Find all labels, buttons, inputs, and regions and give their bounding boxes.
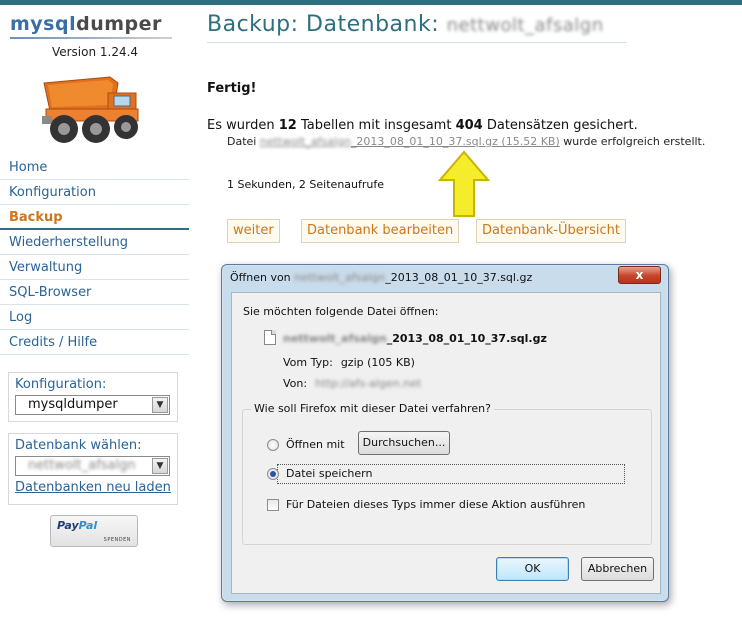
backup-file-link[interactable]: nettwolt_afsalgn_2013_08_01_10_37.sql.gz… bbox=[260, 135, 560, 148]
records-count: 404 bbox=[455, 118, 483, 133]
sidebar-nav: Home Konfiguration Backup Wiederherstell… bbox=[0, 155, 189, 355]
edit-database-button[interactable]: Datenbank bearbeiten bbox=[301, 219, 460, 243]
sidebar: mysqldumper Version 1.24.4 Home Konfigur… bbox=[0, 5, 196, 623]
dialog-file-name: nettwolt_afsalgn_2013_08_01_10_37.sql.gz bbox=[283, 332, 547, 345]
open-question: Sie möchten folgende Datei öffnen: bbox=[243, 305, 439, 318]
config-select[interactable]: mysqldumper ▼ bbox=[15, 395, 170, 415]
ok-button[interactable]: OK bbox=[496, 557, 569, 581]
dialog-title: Öffnen von nettwolt_afsalgn_2013_08_01_1… bbox=[230, 271, 533, 284]
chevron-down-icon[interactable]: ▼ bbox=[152, 458, 168, 474]
action-question: Wie soll Firefox mit dieser Datei verfah… bbox=[251, 402, 494, 415]
download-dialog: Öffnen von nettwolt_afsalgn_2013_08_01_1… bbox=[221, 264, 669, 602]
sidebar-item-log[interactable]: Log bbox=[0, 305, 189, 330]
save-file-radio[interactable] bbox=[267, 468, 279, 480]
title-underline bbox=[207, 42, 627, 43]
file-source-row: Von: http://afs-algen.net bbox=[283, 377, 422, 390]
database-select-value: nettwolt_afsalgn bbox=[28, 458, 136, 473]
app-logo: mysqldumper bbox=[10, 13, 162, 35]
config-select-value: mysqldumper bbox=[28, 397, 118, 412]
database-select[interactable]: nettwolt_afsalgn ▼ bbox=[15, 456, 170, 476]
page-title-db: nettwolt_afsalgn bbox=[446, 15, 604, 36]
database-panel: Datenbank wählen: nettwolt_afsalgn ▼ Dat… bbox=[8, 433, 178, 505]
paypal-logo: PayPal bbox=[57, 519, 98, 532]
file-type-row: Vom Typ: gzip (105 KB) bbox=[283, 356, 415, 369]
sidebar-item-home[interactable]: Home bbox=[0, 155, 189, 180]
sidebar-item-backup[interactable]: Backup bbox=[0, 205, 189, 230]
chevron-down-icon[interactable]: ▼ bbox=[152, 397, 168, 413]
logo-text-dumper: dumper bbox=[76, 13, 162, 35]
always-do-checkbox[interactable] bbox=[267, 499, 279, 511]
dump-truck-icon bbox=[42, 76, 139, 143]
paypal-donate-button[interactable]: PayPal SPENDEN bbox=[50, 515, 138, 547]
page-title: Backup: Datenbank: nettwolt_afsalgn bbox=[207, 12, 604, 37]
tables-count: 12 bbox=[278, 118, 297, 133]
weiter-button[interactable]: weiter bbox=[227, 219, 280, 243]
up-arrow-icon bbox=[438, 150, 490, 217]
reload-databases-link[interactable]: Datenbanken neu laden bbox=[15, 480, 171, 495]
always-do-label[interactable]: Für Dateien dieses Typs immer diese Akti… bbox=[286, 498, 585, 511]
browse-button[interactable]: Durchsuchen... bbox=[358, 431, 450, 455]
action-group: Wie soll Firefox mit dieser Datei verfah… bbox=[242, 402, 652, 545]
sidebar-item-credits[interactable]: Credits / Hilfe bbox=[0, 330, 189, 355]
version-label: Version 1.24.4 bbox=[51, 45, 139, 59]
page-title-text: Backup: Datenbank: bbox=[207, 12, 440, 37]
sidebar-item-konfiguration[interactable]: Konfiguration bbox=[0, 180, 189, 205]
close-icon[interactable]: x bbox=[618, 266, 661, 284]
done-label: Fertig! bbox=[207, 81, 257, 96]
cancel-button[interactable]: Abbrechen bbox=[581, 557, 654, 581]
database-label: Datenbank wählen: bbox=[15, 438, 142, 453]
logo-text-mysql: mysql bbox=[10, 13, 77, 35]
file-icon bbox=[264, 330, 276, 345]
backup-summary: Es wurden 12 Tabellen mit insgesamt 404 … bbox=[207, 118, 638, 133]
save-file-label[interactable]: Datei speichern bbox=[286, 467, 372, 480]
file-created-line: Datei nettwolt_afsalgn_2013_08_01_10_37.… bbox=[227, 135, 706, 148]
open-with-label[interactable]: Öffnen mit bbox=[286, 438, 345, 451]
config-panel: Konfiguration: mysqldumper ▼ bbox=[8, 372, 178, 422]
dialog-body: Sie möchten folgende Datei öffnen: nettw… bbox=[231, 292, 661, 594]
config-label: Konfiguration: bbox=[15, 377, 107, 392]
logo-underline bbox=[10, 37, 172, 39]
runtime-stats: 1 Sekunden, 2 Seitenaufrufe bbox=[227, 178, 385, 191]
open-with-radio[interactable] bbox=[267, 439, 279, 451]
sidebar-item-sql-browser[interactable]: SQL-Browser bbox=[0, 280, 189, 305]
paypal-donate-label: SPENDEN bbox=[103, 537, 131, 543]
sidebar-item-wiederherstellung[interactable]: Wiederherstellung bbox=[0, 230, 189, 255]
sidebar-item-verwaltung[interactable]: Verwaltung bbox=[0, 255, 189, 280]
database-overview-button[interactable]: Datenbank-Übersicht bbox=[476, 219, 626, 243]
